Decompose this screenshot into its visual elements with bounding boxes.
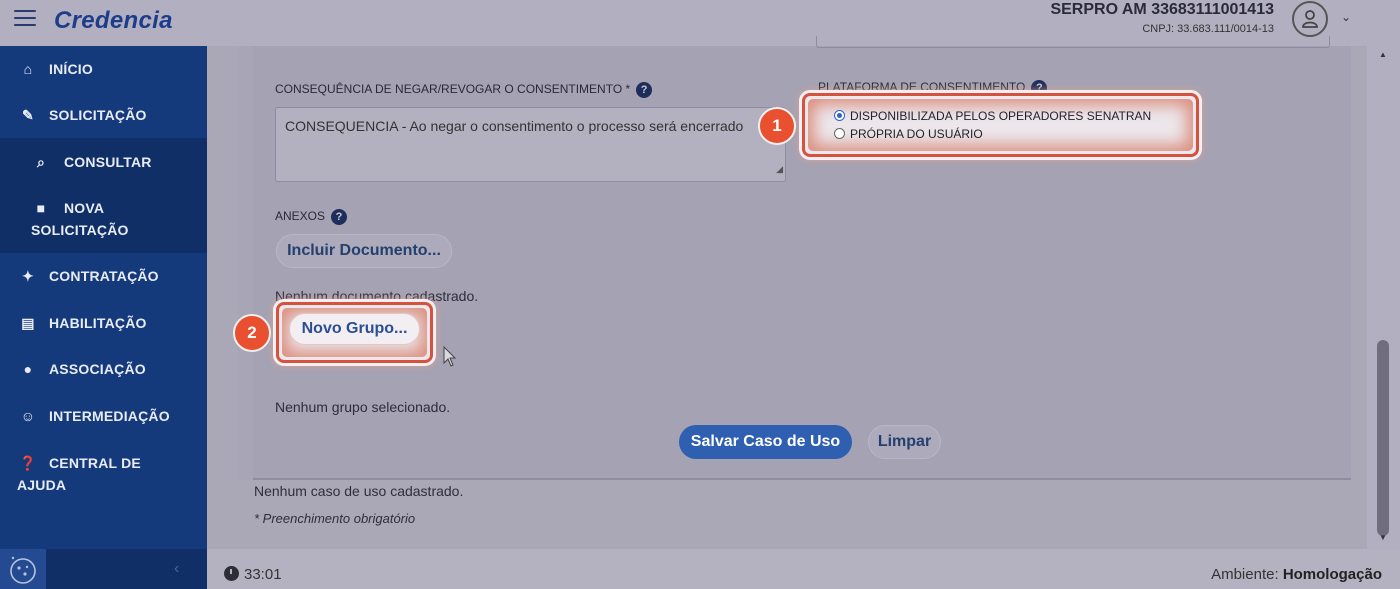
scroll-down-icon[interactable]: ▼ <box>1379 533 1387 542</box>
organization-name: SERPRO AM 33683111001413 <box>1050 1 1274 18</box>
file-icon: ■ <box>36 200 46 216</box>
step-badge-1: 1 <box>758 107 796 145</box>
consequence-textarea[interactable]: CONSEQUENCIA - Ao negar o consentimento … <box>275 107 786 182</box>
question-circle-icon: ❓ <box>19 455 37 471</box>
sidebar-item-associacao[interactable]: ● ASSOCIAÇÃO <box>0 361 207 381</box>
user-icon <box>1302 10 1318 28</box>
sidebar: ⌂ INÍCIO ✎ SOLICITAÇÃO ⌕ CONSULTAR ■ NOV… <box>0 46 207 549</box>
clear-button[interactable]: Limpar <box>868 425 941 459</box>
sidebar-item-inicio[interactable]: ⌂ INÍCIO <box>0 61 207 81</box>
resize-handle-icon[interactable]: ◢ <box>776 159 783 180</box>
scroll-up-icon[interactable]: ▲ <box>1379 50 1387 59</box>
include-document-button[interactable]: Incluir Documento... <box>276 234 452 268</box>
attachments-label: ANEXOS? <box>275 209 348 225</box>
mouse-cursor-icon <box>443 346 457 367</box>
help-icon[interactable]: ? <box>636 82 653 98</box>
sidebar-item-habilitacao[interactable]: ▤ HABILITAÇÃO <box>0 315 207 335</box>
save-use-case-button[interactable]: Salvar Caso de Uso <box>679 425 852 459</box>
menu-icon[interactable] <box>14 10 36 28</box>
handshake-icon: ✦ <box>22 268 34 284</box>
sidebar-item-contratacao[interactable]: ✦ CONTRATAÇÃO <box>0 268 207 288</box>
help-icon[interactable]: ? <box>331 209 348 225</box>
session-timer: 33:01 <box>224 566 282 583</box>
collapse-sidebar-icon[interactable]: ‹ <box>174 560 179 578</box>
app-logo[interactable]: Credencia <box>54 7 173 35</box>
consequence-label: CONSEQUÊNCIA DE NEGAR/REVOGAR O CONSENTI… <box>275 82 653 98</box>
no-use-case-text: Nenhum caso de uso cadastrado. <box>254 483 464 499</box>
sidebar-item-intermediacao[interactable]: ☺ INTERMEDIAÇÃO <box>0 408 207 428</box>
sidebar-item-central-de-ajuda[interactable]: ❓ CENTRAL DE AJUDA <box>0 455 207 499</box>
cookie-settings-button[interactable] <box>0 549 46 589</box>
sidebar-item-solicitacao[interactable]: ✎ SOLICITAÇÃO <box>0 107 207 127</box>
radio-unselected-icon <box>834 128 845 139</box>
highlight-platform-options <box>802 93 1199 157</box>
search-icon: ⌕ <box>36 154 46 170</box>
clock-icon <box>224 566 239 581</box>
radio-option-proprio-usuario[interactable]: PRÓPRIA DO USUÁRIO <box>834 127 983 141</box>
scrollbar-thumb[interactable] <box>1377 340 1389 536</box>
required-note: * Preenchimento obrigatório <box>254 511 416 526</box>
edit-document-icon: ✎ <box>22 107 34 123</box>
step-badge-2: 2 <box>233 314 271 352</box>
users-icon: ● <box>23 361 33 377</box>
sidebar-item-consultar[interactable]: ⌕ CONSULTAR <box>0 154 207 174</box>
organization-cnpj: CNPJ: 33.683.111/0014-13 <box>1142 23 1274 35</box>
environment-indicator: Ambiente: Homologação <box>1211 566 1382 583</box>
new-group-button[interactable]: Novo Grupo... <box>289 313 420 345</box>
previous-field-bottom <box>816 36 1330 48</box>
no-group-text: Nenhum grupo selecionado. <box>275 399 451 415</box>
hand-user-icon: ☺ <box>20 408 36 424</box>
radio-selected-icon <box>834 110 845 121</box>
user-avatar-button[interactable] <box>1292 1 1328 37</box>
id-card-icon: ▤ <box>21 315 35 331</box>
highlight-glow <box>808 99 1193 151</box>
cookie-icon <box>10 556 36 584</box>
sidebar-item-nova-solicitacao[interactable]: ■ NOVA SOLICITAÇÃO <box>0 200 207 244</box>
radio-option-senatran[interactable]: DISPONIBILIZADA PELOS OPERADORES SENATRA… <box>834 109 1151 123</box>
chevron-down-icon[interactable]: ⌄ <box>1341 10 1351 24</box>
card-left-edge <box>238 46 253 480</box>
home-icon: ⌂ <box>23 61 33 77</box>
